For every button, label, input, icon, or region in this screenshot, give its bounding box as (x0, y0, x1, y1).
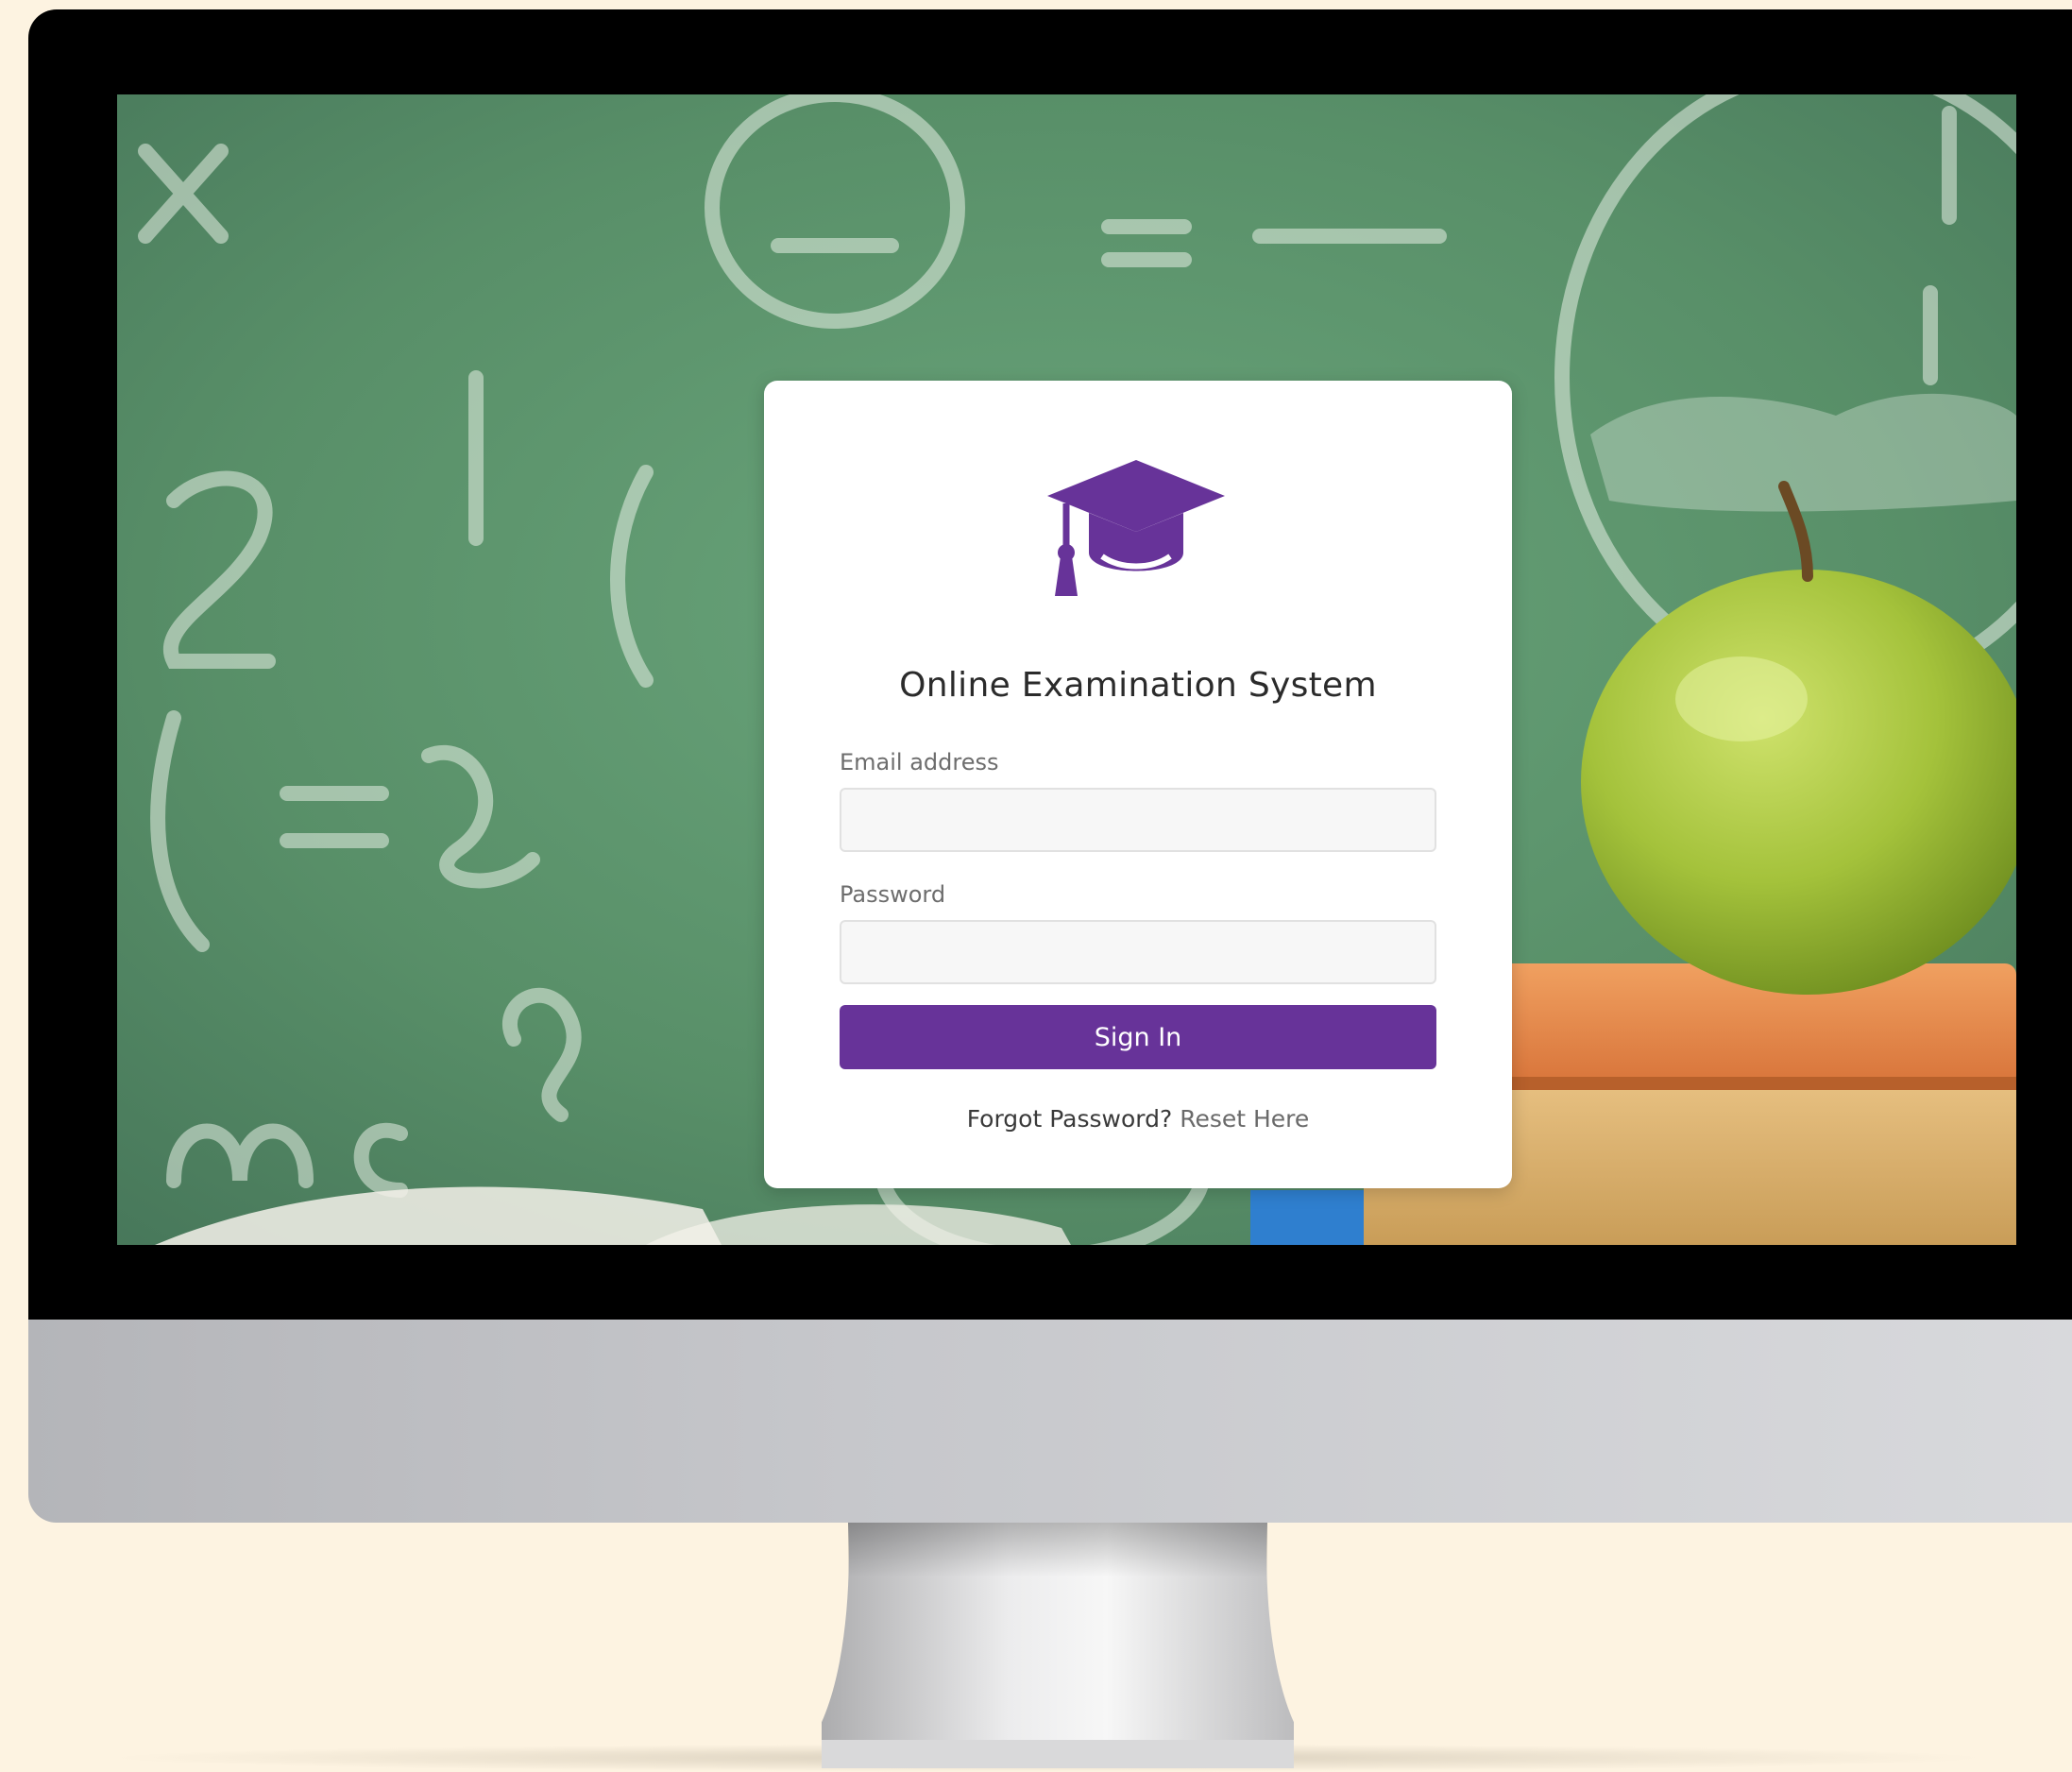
monitor-chin (28, 1320, 2072, 1523)
monitor: Online Examination System Email address … (28, 9, 2072, 1523)
graduation-cap-icon (1045, 458, 1227, 600)
page-title: Online Examination System (899, 666, 1377, 705)
forgot-password-text: Forgot Password? (966, 1105, 1173, 1133)
monitor-stand (822, 1523, 1294, 1768)
email-label: Email address (840, 749, 999, 775)
monitor-mockup-scene: Online Examination System Email address … (0, 0, 2072, 1772)
email-field[interactable] (840, 788, 1436, 852)
forgot-password-row: Forgot Password? Reset Here (764, 1105, 1512, 1133)
password-label: Password (840, 881, 946, 908)
password-field[interactable] (840, 920, 1436, 984)
reset-password-link[interactable]: Reset Here (1180, 1105, 1309, 1133)
screen: Online Examination System Email address … (117, 94, 2016, 1245)
sign-in-button[interactable]: Sign In (840, 1005, 1436, 1069)
login-card: Online Examination System Email address … (764, 381, 1512, 1188)
